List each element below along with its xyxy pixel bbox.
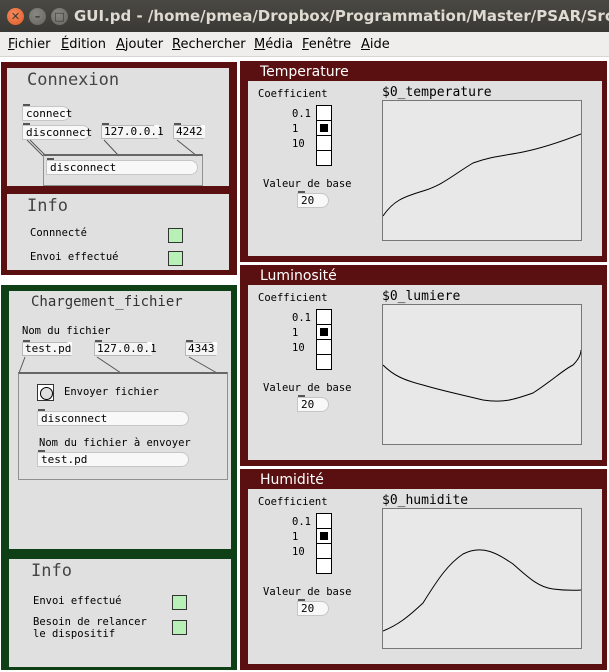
menu-aide[interactable]: Aide bbox=[361, 37, 390, 52]
restart-label-1: Besoin de relancer bbox=[33, 616, 147, 628]
info-panel-2: Info Envoi effectué Besoin de relancer l… bbox=[1, 555, 237, 670]
menu-edition[interactable]: Édition bbox=[61, 37, 106, 52]
hum-radio-label-10: 10 bbox=[292, 546, 305, 558]
temp-radio-label-1: 1 bbox=[292, 123, 299, 135]
humidite-title: Humidité bbox=[260, 472, 324, 488]
temperature-base-number[interactable]: 20 bbox=[297, 191, 329, 208]
menu-ajouter[interactable]: Ajouter bbox=[116, 37, 163, 52]
disconnect-object[interactable]: disconnect bbox=[46, 158, 198, 175]
maximize-window-button[interactable]: □ bbox=[51, 8, 68, 25]
humidite-base-label: Valeur de base bbox=[263, 586, 352, 598]
send-file-label: Envoyer fichier bbox=[64, 386, 159, 398]
lum-radio-label-01: 0.1 bbox=[292, 312, 311, 324]
connected-label: Connnecté bbox=[30, 227, 87, 239]
luminosite-curve bbox=[382, 349, 582, 402]
info2-title: Info bbox=[31, 561, 72, 581]
luminosite-base-label: Valeur de base bbox=[263, 382, 352, 394]
lum-radio-label-1: 1 bbox=[292, 327, 299, 339]
luminosite-title: Luminosité bbox=[260, 268, 337, 284]
patch-canvas[interactable]: Connexion connect disconnect 127.0.0.1 4… bbox=[0, 57, 609, 672]
humidite-curve bbox=[382, 549, 582, 632]
info-panel-1: Info Connnecté Envoi effectué bbox=[1, 190, 237, 275]
luminosite-graph[interactable] bbox=[382, 304, 582, 445]
info2-sent-toggle[interactable] bbox=[172, 595, 187, 610]
chargement-panel: Chargement_fichier Nom du fichier test.p… bbox=[1, 285, 237, 555]
humidite-array-name: $0_humidite bbox=[382, 493, 469, 508]
info1-title: Info bbox=[27, 196, 68, 216]
connected-toggle[interactable] bbox=[168, 228, 183, 243]
sent-toggle[interactable] bbox=[168, 251, 183, 266]
temp-radio-label-01: 0.1 bbox=[292, 108, 311, 120]
window-titlebar: ✕ – □ GUI.pd - /home/pmea/Dropbox/Progra… bbox=[0, 0, 609, 32]
minimize-window-button[interactable]: – bbox=[29, 8, 46, 25]
connexion-panel: Connexion connect disconnect 127.0.0.1 4… bbox=[1, 62, 237, 191]
luminosite-panel: Luminosité Coefficient 0.1 1 10 Valeur d… bbox=[240, 265, 607, 466]
luminosite-coef-label: Coefficient bbox=[258, 292, 328, 304]
sent-label: Envoi effectué bbox=[30, 251, 119, 263]
temperature-base-label: Valeur de base bbox=[263, 178, 352, 190]
send-filename-label: Nom du fichier à envoyer bbox=[39, 437, 191, 449]
temperature-coef-radio[interactable] bbox=[316, 105, 332, 166]
luminosite-base-number[interactable]: 20 bbox=[297, 395, 329, 412]
menu-fichier[interactable]: Fichier bbox=[8, 37, 51, 52]
menu-media[interactable]: Média bbox=[254, 37, 293, 52]
send-file-bang[interactable] bbox=[37, 384, 54, 401]
humidite-coef-label: Coefficient bbox=[258, 496, 328, 508]
close-window-button[interactable]: ✕ bbox=[7, 8, 24, 25]
temperature-array-name: $0_temperature bbox=[382, 85, 492, 100]
send-filename-field[interactable]: test.pd bbox=[37, 450, 189, 467]
humidite-graph[interactable] bbox=[382, 508, 582, 649]
menu-bar: Fichier Édition Ajouter Rechercher Média… bbox=[0, 32, 609, 57]
info2-sent-label: Envoi effectué bbox=[33, 595, 122, 607]
restart-label-2: le dispositif bbox=[33, 628, 116, 640]
temp-radio-label-10: 10 bbox=[292, 138, 305, 150]
luminosite-coef-radio[interactable] bbox=[316, 309, 332, 370]
humidite-panel: Humidité Coefficient 0.1 1 10 Valeur de … bbox=[240, 469, 607, 670]
temperature-coef-label: Coefficient bbox=[258, 88, 328, 100]
restart-toggle[interactable] bbox=[172, 620, 187, 635]
humidite-base-number[interactable]: 20 bbox=[297, 599, 329, 616]
hum-radio-label-1: 1 bbox=[292, 531, 299, 543]
hum-radio-label-01: 0.1 bbox=[292, 516, 311, 528]
temperature-curve bbox=[382, 133, 582, 217]
file-disconnect-object[interactable]: disconnect bbox=[37, 409, 189, 426]
window-title: GUI.pd - /home/pmea/Dropbox/Programmatio… bbox=[74, 7, 609, 25]
lum-radio-label-10: 10 bbox=[292, 342, 305, 354]
menu-rechercher[interactable]: Rechercher bbox=[172, 37, 246, 52]
chargement-subpatch: Envoyer fichier disconnect Nom du fichie… bbox=[18, 372, 228, 480]
temperature-graph[interactable] bbox=[382, 100, 582, 241]
humidite-coef-radio[interactable] bbox=[316, 513, 332, 574]
connexion-subpatch: disconnect bbox=[43, 154, 203, 186]
temperature-panel: Temperature Coefficient 0.1 1 10 Valeur … bbox=[240, 61, 607, 262]
luminosite-array-name: $0_lumiere bbox=[382, 289, 461, 304]
menu-fenetre[interactable]: Fenêtre bbox=[302, 37, 351, 52]
temperature-title: Temperature bbox=[260, 64, 349, 80]
